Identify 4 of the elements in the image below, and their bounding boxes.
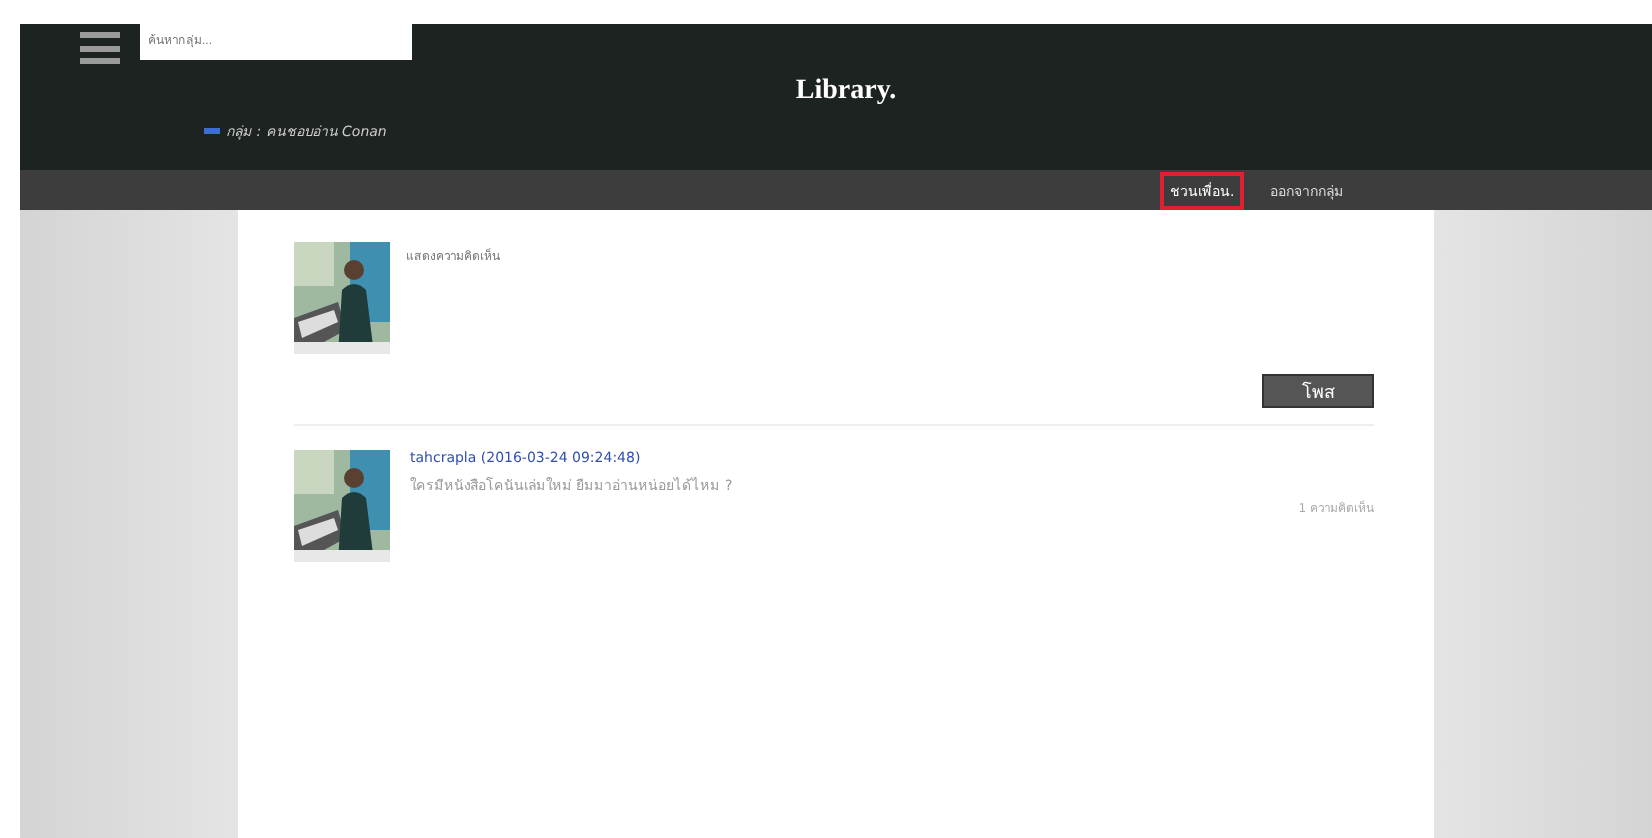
- dots-icon: [204, 128, 220, 134]
- menu-icon[interactable]: [80, 32, 120, 64]
- site-title: Library.: [793, 76, 899, 108]
- post-button[interactable]: โพส: [1262, 374, 1374, 408]
